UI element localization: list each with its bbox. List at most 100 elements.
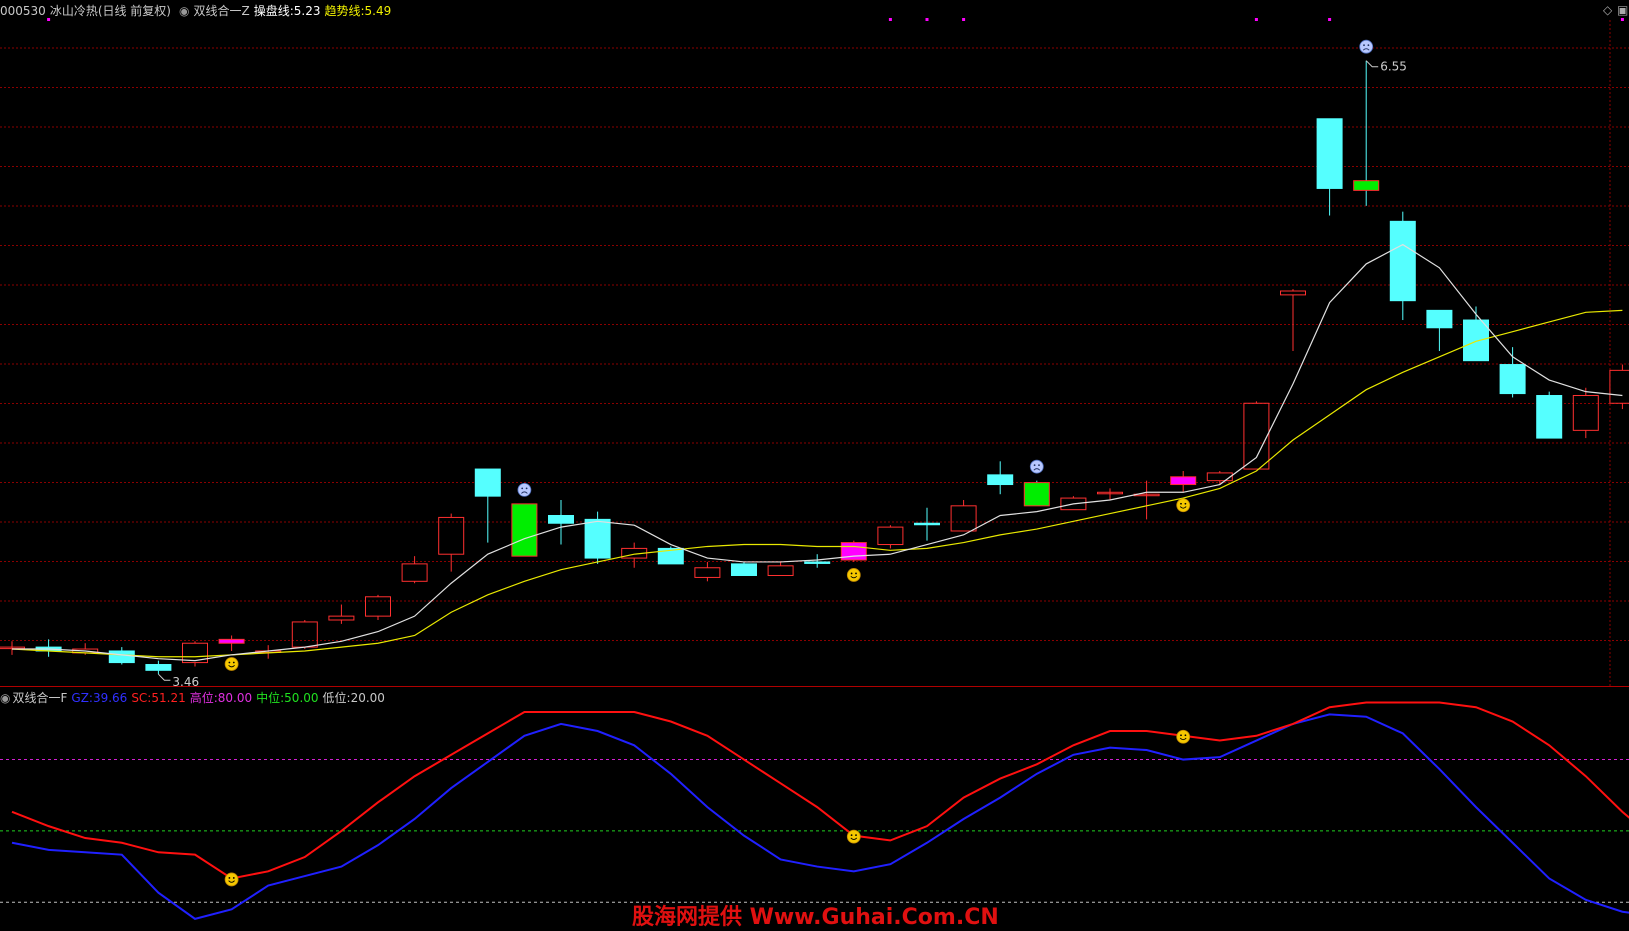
candle-body xyxy=(1572,395,1599,431)
smile-icon-eye xyxy=(228,877,231,879)
indicator-toggle-icon[interactable]: ◉ xyxy=(179,4,189,18)
top-signal-tick xyxy=(1254,18,1258,21)
high-label: 高位: xyxy=(189,691,218,705)
sad-icon xyxy=(1029,459,1044,474)
low-value: 20.00 xyxy=(350,691,385,705)
candle-body xyxy=(1023,482,1050,507)
candle-body xyxy=(584,518,611,559)
smile-icon-eye xyxy=(232,661,235,664)
sc-label: SC: xyxy=(131,691,152,705)
candle-body xyxy=(474,468,501,497)
candle-body xyxy=(1463,319,1489,362)
high-pointer xyxy=(1365,60,1379,68)
chart-canvas: 6.55 3.46 xyxy=(0,18,1629,920)
candle-body xyxy=(365,596,391,617)
top-signal-tick xyxy=(47,18,51,21)
smile-icon xyxy=(224,657,239,671)
candle-body xyxy=(1353,180,1380,191)
sc-value: 51.21 xyxy=(151,691,186,705)
sad-icon-eye xyxy=(1033,464,1036,467)
top-signal-tick xyxy=(925,18,929,21)
top-signal-tick xyxy=(1620,18,1624,21)
main-indicator-name[interactable]: 双线合一Z xyxy=(193,4,249,18)
watermark: 股海网提供 Www.Guhai.Com.CN xyxy=(632,905,999,930)
diamond-icon[interactable]: ◇ xyxy=(1603,3,1612,17)
gz-line xyxy=(11,713,1629,920)
gz-label: GZ: xyxy=(71,691,93,705)
window-icon[interactable]: ▣ xyxy=(1617,3,1628,17)
candle-body xyxy=(914,522,940,526)
candle-body xyxy=(108,650,135,664)
candle-body xyxy=(291,621,318,648)
candle-body xyxy=(1170,476,1197,486)
candle-body xyxy=(218,638,245,644)
sad-icon xyxy=(1359,39,1374,54)
sad-icon-eye xyxy=(1038,464,1040,467)
mid-label: 中位: xyxy=(256,691,285,705)
sad-icon xyxy=(517,482,532,497)
candle-body xyxy=(1609,369,1629,404)
sad-icon-eye xyxy=(521,487,524,490)
candle-body xyxy=(1389,220,1416,302)
main-chart-header: 000530 冰山冷热(日线 前复权) ◉ 双线合一Z 操盘线:5.23 趋势线:5.49 xyxy=(0,4,395,18)
candle-body xyxy=(1536,395,1563,439)
sad-icon-eye xyxy=(1367,44,1370,47)
candle-body xyxy=(767,565,794,576)
panel-separator[interactable] xyxy=(0,686,1629,687)
trend-line-value: 5.49 xyxy=(364,4,392,18)
sad-icon-eye xyxy=(525,487,528,490)
smile-icon xyxy=(846,829,861,844)
sc-line xyxy=(11,701,1629,880)
candle-body xyxy=(438,516,465,555)
candle-body xyxy=(877,526,904,546)
candle-body xyxy=(145,664,172,671)
candle-body xyxy=(1426,309,1453,329)
smile-icon xyxy=(1176,729,1191,744)
operate-line-value: 5.23 xyxy=(293,4,321,18)
top-signal-tick xyxy=(962,18,966,21)
smile-icon-eye xyxy=(855,834,857,837)
candle-body xyxy=(1243,402,1270,470)
candle-body xyxy=(1280,290,1306,296)
sub-chart-header: ◉ 双线合一F GZ:39.66 SC:51.21 高位:80.00 中位:50.00 低位… xyxy=(0,691,389,705)
low-label: 低位: xyxy=(322,691,351,705)
trend-line-label: 趋势线: xyxy=(324,4,365,18)
smile-icon-eye xyxy=(850,572,853,575)
smile-icon xyxy=(224,872,239,887)
candle-body xyxy=(694,567,721,578)
candle-body xyxy=(1316,118,1343,189)
sad-icon-eye xyxy=(1363,44,1365,47)
candle-body xyxy=(731,563,757,576)
candle-body xyxy=(950,505,977,532)
gz-value: 39.66 xyxy=(92,691,128,705)
sub-indicator-toggle-icon[interactable]: ◉ xyxy=(0,691,10,705)
candle-body xyxy=(1499,364,1526,395)
low-price-label: 3.46 xyxy=(172,675,199,689)
candle-body xyxy=(804,561,831,564)
smile-icon-eye xyxy=(228,661,231,664)
stock-name[interactable]: 冰山冷热(日线 前复权) xyxy=(50,4,171,18)
candle-body xyxy=(511,503,538,557)
smile-icon xyxy=(1176,498,1191,513)
top-signal-tick xyxy=(1328,18,1332,21)
smile-icon xyxy=(846,568,861,582)
smile-icon-eye xyxy=(1180,502,1182,505)
smile-icon-eye xyxy=(1180,734,1182,737)
candle-body xyxy=(1206,472,1233,482)
mid-value: 50.00 xyxy=(284,691,319,705)
candle-body xyxy=(548,515,574,524)
operate-line xyxy=(12,243,1623,662)
smile-icon-eye xyxy=(855,572,857,575)
sub-indicator-name[interactable]: 双线合一F xyxy=(12,691,67,705)
trend-line xyxy=(11,309,1623,658)
smile-icon-eye xyxy=(1184,734,1187,737)
high-price-label: 6.55 xyxy=(1380,60,1407,74)
smile-icon-eye xyxy=(232,877,235,879)
candle-body xyxy=(328,615,355,621)
candle-body xyxy=(401,563,428,582)
stock-code: 000530 xyxy=(0,4,46,18)
high-value: 80.00 xyxy=(217,691,253,705)
top-signal-tick xyxy=(888,18,892,21)
smile-icon-eye xyxy=(850,834,853,837)
smile-icon-eye xyxy=(1184,502,1187,505)
